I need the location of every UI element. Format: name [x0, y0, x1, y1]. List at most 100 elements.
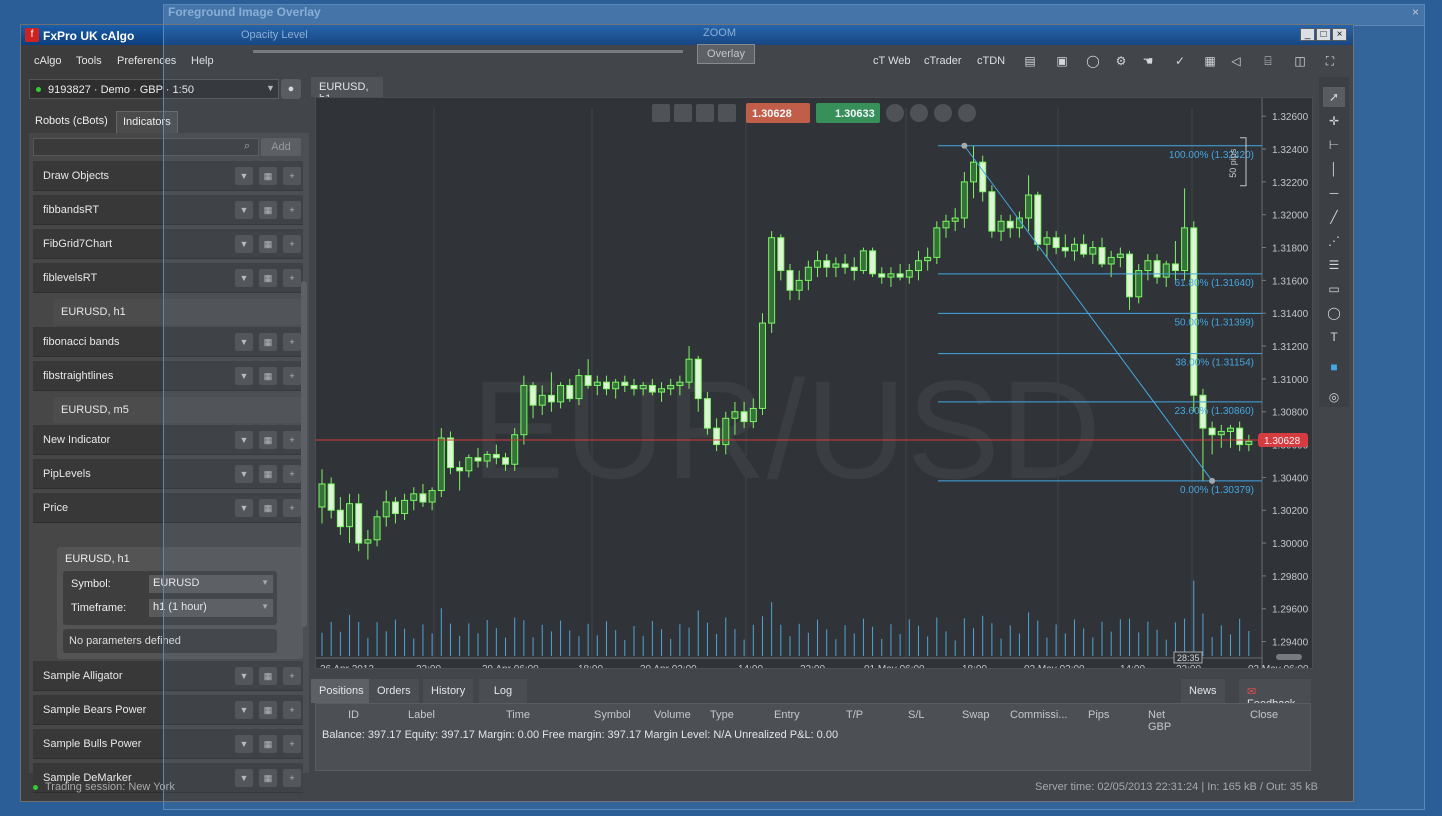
- indicator-instance[interactable]: EURUSD, m5: [53, 397, 303, 423]
- horizontal-line-icon[interactable]: ─: [1323, 183, 1345, 203]
- tab-positions[interactable]: Positions: [311, 679, 372, 703]
- chevron-down-icon[interactable]: ▼: [235, 201, 253, 219]
- hand-icon[interactable]: ☚: [1139, 52, 1157, 70]
- column-header[interactable]: Type: [710, 709, 734, 721]
- link-ct-web[interactable]: cT Web: [873, 55, 911, 67]
- tab-robots[interactable]: Robots (cBots): [29, 111, 114, 133]
- chevron-down-icon[interactable]: ▼: [235, 431, 253, 449]
- add-instance-icon[interactable]: +: [283, 499, 301, 517]
- trader-icon[interactable]: [958, 104, 976, 122]
- screenshot-icon[interactable]: ◎: [1323, 387, 1345, 407]
- chart-type-icon[interactable]: [718, 104, 736, 122]
- chevron-down-icon[interactable]: ▼: [235, 367, 253, 385]
- chevron-down-icon[interactable]: ▼: [235, 235, 253, 253]
- chevron-down-icon[interactable]: ▼: [235, 269, 253, 287]
- video-icon[interactable]: ▣: [1053, 52, 1071, 70]
- indicator-row[interactable]: Sample Bears Power ▼ ▦ +: [33, 695, 303, 725]
- menu-help[interactable]: Help: [191, 55, 214, 67]
- minimize-button[interactable]: _: [1300, 28, 1315, 41]
- chart-settings-icon[interactable]: [674, 104, 692, 122]
- tab-feedback[interactable]: ✉ Feedback: [1239, 679, 1311, 710]
- fibonacci-fan-icon[interactable]: ⋰: [1323, 231, 1345, 251]
- add-instance-icon[interactable]: +: [283, 431, 301, 449]
- column-header[interactable]: ID: [348, 709, 359, 721]
- indicator-row[interactable]: Draw Objects ▼ ▦ +: [33, 161, 303, 191]
- sound-icon[interactable]: ◁: [1227, 52, 1245, 70]
- indicator-row[interactable]: fiblevelsRT ▼ ▦ +: [33, 263, 303, 293]
- robot-settings-icon[interactable]: ⚙: [1112, 52, 1130, 70]
- add-instance-icon[interactable]: +: [283, 667, 301, 685]
- overlay-button[interactable]: Overlay: [697, 44, 755, 64]
- add-instance-icon[interactable]: +: [283, 235, 301, 253]
- add-instance-icon[interactable]: +: [283, 167, 301, 185]
- column-header[interactable]: Time: [506, 709, 530, 721]
- build-icon[interactable]: ▦: [259, 499, 277, 517]
- chevron-down-icon[interactable]: ▼: [235, 465, 253, 483]
- column-header[interactable]: Volume: [654, 709, 691, 721]
- column-header[interactable]: T/P: [846, 709, 863, 721]
- add-instance-icon[interactable]: +: [283, 701, 301, 719]
- chart-scrollbar[interactable]: [1276, 654, 1302, 660]
- chart-canvas[interactable]: EUR/USD 1.32600 1.32400 1.32200 1.32000 1.318…: [316, 98, 1312, 675]
- fib-anchor-handle[interactable]: [961, 142, 968, 149]
- menu-calgo[interactable]: cAlgo: [34, 55, 62, 67]
- build-icon[interactable]: ▦: [259, 769, 277, 787]
- build-icon[interactable]: ▦: [259, 701, 277, 719]
- add-instance-icon[interactable]: +: [283, 201, 301, 219]
- build-icon[interactable]: ▦: [259, 367, 277, 385]
- symbol-select[interactable]: EURUSD ▼: [149, 575, 273, 593]
- add-instance-icon[interactable]: +: [283, 465, 301, 483]
- add-instance-icon[interactable]: +: [283, 269, 301, 287]
- text-icon[interactable]: T: [1323, 327, 1345, 347]
- build-icon[interactable]: ▦: [259, 431, 277, 449]
- build-icon[interactable]: ▦: [259, 167, 277, 185]
- maximize-button[interactable]: □: [1316, 28, 1331, 41]
- column-header[interactable]: Symbol: [594, 709, 631, 721]
- close-button[interactable]: ×: [1332, 28, 1347, 41]
- build-icon[interactable]: ▦: [259, 333, 277, 351]
- add-button[interactable]: Add: [261, 138, 301, 156]
- build-icon[interactable]: ▦: [259, 667, 277, 685]
- fib-anchor-handle[interactable]: [1209, 477, 1216, 484]
- chevron-down-icon[interactable]: ▼: [235, 499, 253, 517]
- chevron-down-icon[interactable]: ▼: [235, 769, 253, 787]
- indicator-row[interactable]: fibonacci bands ▼ ▦ +: [33, 327, 303, 357]
- add-instance-icon[interactable]: +: [283, 769, 301, 787]
- menu-tools[interactable]: Tools: [76, 55, 102, 67]
- chat-icon[interactable]: ◯: [1084, 52, 1102, 70]
- vertical-line-icon[interactable]: │: [1323, 159, 1345, 179]
- build-icon[interactable]: ▦: [259, 235, 277, 253]
- column-header[interactable]: Pips: [1088, 709, 1109, 721]
- fullscreen-icon[interactable]: ⛶: [1321, 52, 1339, 70]
- calculator-icon[interactable]: ▦: [1201, 52, 1219, 70]
- cursor-icon[interactable]: ➚: [1323, 87, 1345, 107]
- tab-indicators[interactable]: Indicators: [116, 111, 178, 133]
- opacity-slider[interactable]: [253, 50, 683, 53]
- build-icon[interactable]: ▦: [259, 735, 277, 753]
- sentiment-icon[interactable]: [934, 104, 952, 122]
- build-icon[interactable]: ▦: [259, 465, 277, 483]
- menu-preferences[interactable]: Preferences: [117, 55, 176, 67]
- link-ctrader[interactable]: cTrader: [924, 55, 962, 67]
- search-input[interactable]: ⌕: [33, 138, 259, 156]
- overlay-close-icon[interactable]: ×: [1412, 5, 1419, 19]
- column-header[interactable]: Label: [408, 709, 435, 721]
- add-instance-icon[interactable]: +: [283, 367, 301, 385]
- chart-area[interactable]: EUR/USD 1.32600 1.32400 1.32200 1.32000 1.318…: [315, 97, 1313, 675]
- rectangle-icon[interactable]: ▭: [1323, 279, 1345, 299]
- chevron-down-icon[interactable]: ▼: [235, 167, 253, 185]
- indicator-row[interactable]: New Indicator ▼ ▦ +: [33, 425, 303, 455]
- tab-orders[interactable]: Orders: [369, 679, 419, 703]
- add-instance-icon[interactable]: +: [283, 735, 301, 753]
- column-header[interactable]: Entry: [774, 709, 800, 721]
- indicator-row[interactable]: PipLevels ▼ ▦ +: [33, 459, 303, 489]
- account-selector[interactable]: 9193827 · Demo · GBP · 1:50 ▼: [29, 79, 279, 99]
- chevron-down-icon[interactable]: ▼: [235, 701, 253, 719]
- language-icon[interactable]: ⌸: [1259, 52, 1277, 70]
- timeframe-icon[interactable]: [696, 104, 714, 122]
- timeframe-select[interactable]: h1 (1 hour) ▼: [149, 599, 273, 617]
- indicator-row[interactable]: fibbandsRT ▼ ▦ +: [33, 195, 303, 225]
- column-header[interactable]: Net GBP: [1148, 709, 1171, 733]
- tab-news[interactable]: News: [1181, 679, 1225, 703]
- chevron-down-icon[interactable]: ▼: [235, 667, 253, 685]
